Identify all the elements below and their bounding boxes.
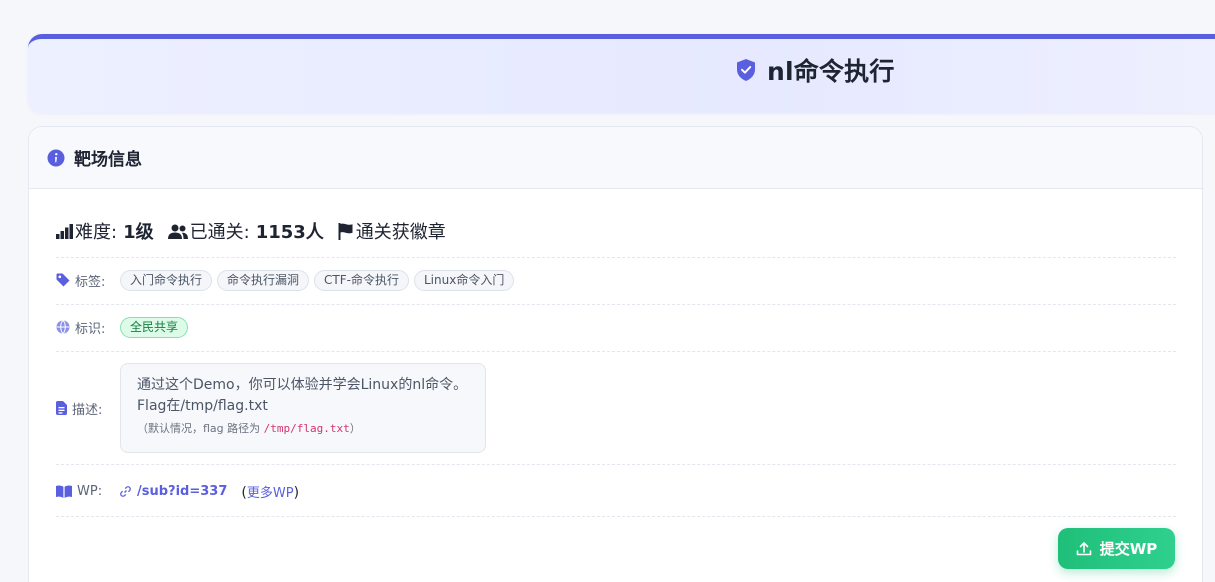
flag-path-code: /tmp/flag.txt	[263, 422, 350, 435]
stats-row: 难度: 1级 已通关: 1153人 通关获徽章	[56, 217, 460, 245]
difficulty-label: 难度:	[75, 222, 118, 243]
users-icon	[167, 224, 188, 239]
more-wp: (更多WP)	[241, 484, 300, 501]
document-icon	[56, 401, 67, 415]
card-header: 靶场信息	[29, 127, 1202, 189]
divider	[56, 351, 1176, 352]
page-title: nl命令执行	[767, 57, 895, 86]
upload-icon	[1076, 541, 1092, 555]
wp-link-text: /sub?id=337	[137, 483, 228, 499]
difficulty-stat: 难度: 1级	[56, 218, 154, 244]
badge-stat: 通关获徽章	[338, 218, 446, 244]
globe-icon	[56, 320, 70, 334]
tag-icon	[56, 273, 70, 287]
wp-label: WP:	[56, 484, 120, 499]
tag-item[interactable]: Linux命令入门	[413, 269, 515, 291]
info-icon	[47, 149, 65, 166]
description-label: 描述:	[56, 399, 120, 418]
submit-wp-button[interactable]: 提交WP	[1058, 528, 1175, 569]
divider	[56, 304, 1176, 305]
submit-wp-label: 提交WP	[1099, 540, 1158, 558]
more-wp-link[interactable]: 更多WP	[247, 486, 294, 501]
solved-value: 1153人	[255, 222, 324, 243]
solved-stat: 已通关: 1153人	[167, 218, 324, 244]
marks-label: 标识:	[56, 318, 120, 337]
tags-label: 标签:	[56, 271, 120, 290]
range-info-card: 靶场信息 难度: 1级 已通关: 1153人 通关获徽章 标签: 入门命令执行 …	[28, 126, 1203, 582]
flag-icon	[338, 222, 353, 240]
divider	[56, 464, 1176, 465]
solved-label: 已通关:	[189, 222, 250, 243]
share-badge: 全民共享	[120, 316, 189, 338]
card-title: 靶场信息	[74, 150, 142, 170]
difficulty-value: 1级	[123, 222, 154, 243]
tag-item[interactable]: 命令执行漏洞	[217, 269, 310, 291]
description-box: 通过这个Demo，你可以体验并学会Linux的nl命令。 Flag在/tmp/f…	[120, 363, 486, 453]
tags-row: 标签: 入门命令执行 命令执行漏洞 CTF-命令执行 Linux命令入门	[56, 268, 519, 292]
description-line: Flag在/tmp/flag.txt	[137, 398, 268, 414]
description-row: 描述: 通过这个Demo，你可以体验并学会Linux的nl命令。 Flag在/t…	[56, 363, 486, 453]
book-icon	[56, 484, 72, 498]
marks-row: 标识: 全民共享	[56, 315, 193, 339]
shield-check-icon	[737, 59, 755, 81]
link-icon	[120, 485, 131, 497]
page-header: nl命令执行	[735, 52, 895, 88]
wp-link[interactable]: /sub?id=337	[120, 484, 227, 499]
signal-bars-icon	[56, 223, 73, 239]
badge-label: 通关获徽章	[355, 222, 446, 243]
wp-row: WP: /sub?id=337 (更多WP)	[56, 479, 299, 503]
description-note: （默认情况，flag 路径为 /tmp/flag.txt）	[137, 422, 361, 435]
description-line: 通过这个Demo，你可以体验并学会Linux的nl命令。	[137, 377, 468, 393]
tag-item[interactable]: 入门命令执行	[120, 269, 213, 291]
title-banner	[28, 34, 1215, 113]
divider	[56, 516, 1176, 517]
tag-item[interactable]: CTF-命令执行	[314, 269, 409, 291]
divider	[56, 257, 1176, 258]
